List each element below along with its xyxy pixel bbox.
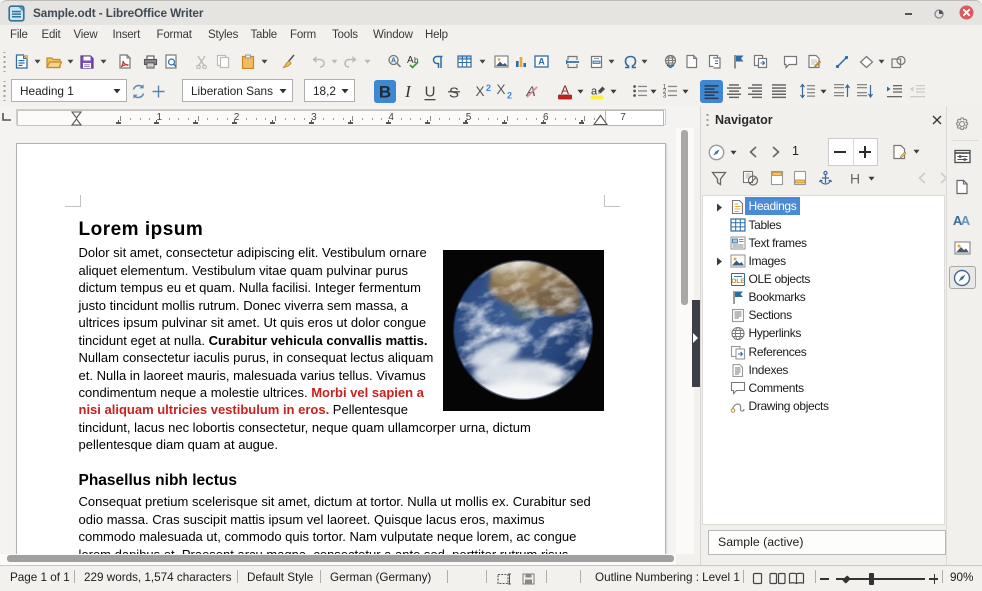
svg-text:U: U bbox=[425, 84, 436, 101]
svg-text:X: X bbox=[475, 84, 484, 99]
svg-text:H: H bbox=[850, 171, 860, 186]
svg-text:X: X bbox=[496, 83, 505, 97]
svg-text:B: B bbox=[379, 83, 391, 102]
svg-text:S: S bbox=[449, 85, 459, 102]
svg-text:A: A bbox=[961, 213, 971, 226]
svg-text:2: 2 bbox=[507, 91, 512, 100]
svg-text:A: A bbox=[407, 55, 414, 66]
svg-text:I: I bbox=[404, 82, 412, 100]
svg-text:OLE: OLE bbox=[731, 278, 745, 285]
svg-text:A: A bbox=[538, 57, 545, 67]
svg-text:2: 2 bbox=[486, 83, 491, 93]
svg-text:3: 3 bbox=[662, 93, 666, 99]
svg-text:A: A bbox=[390, 57, 395, 64]
